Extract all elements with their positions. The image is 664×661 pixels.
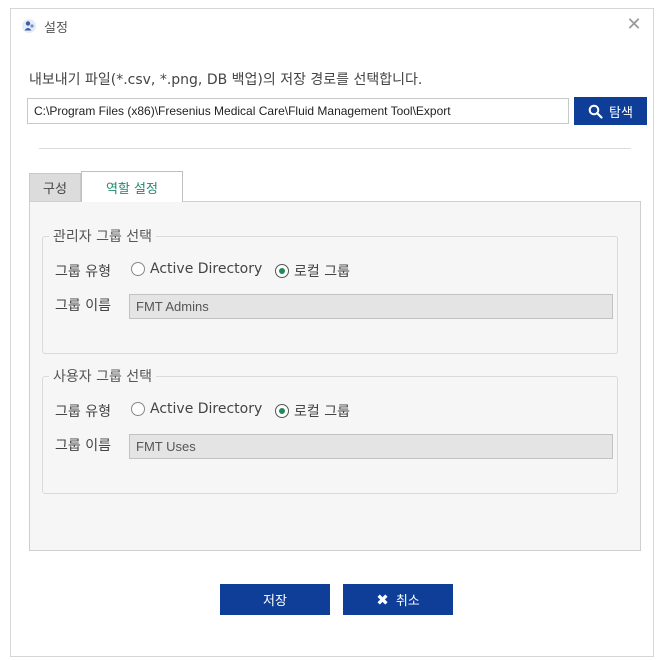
save-button[interactable]: 저장 [220,584,330,615]
user-radio-ad-label: Active Directory [150,401,263,417]
user-group-name-label: 그룹 이름 [55,438,111,454]
admin-group-title: 관리자 그룹 선택 [49,226,157,246]
browse-label: 탐색 [609,105,633,121]
user-group-type-label: 그룹 유형 [55,404,111,420]
user-group-title: 사용자 그룹 선택 [49,366,157,386]
radio-checked-icon [275,264,289,278]
admin-radio-ad-label: Active Directory [150,261,263,277]
admin-group-type-label: 그룹 유형 [55,264,111,280]
tab-role-settings[interactable]: 역할 설정 [81,171,183,202]
divider [39,148,631,149]
role-settings-panel: 관리자 그룹 선택 그룹 유형 Active Directory 로컬 그룹 그… [29,201,641,551]
admin-radio-local-group[interactable]: 로컬 그룹 [275,261,350,281]
user-group-box: 사용자 그룹 선택 그룹 유형 Active Directory 로컬 그룹 그… [42,366,618,494]
admin-group-name-field[interactable] [129,294,613,319]
browse-button[interactable]: 탐색 [574,97,647,125]
user-radio-local-group[interactable]: 로컬 그룹 [275,401,350,421]
admin-group-box: 관리자 그룹 선택 그룹 유형 Active Directory 로컬 그룹 그… [42,226,618,354]
radio-checked-icon [275,404,289,418]
search-icon [588,104,603,119]
user-group-name-field[interactable] [129,434,613,459]
export-path-description: 내보내기 파일(*.csv, *.png, DB 백업)의 저장 경로를 선택합… [29,72,423,88]
radio-unchecked-icon [131,402,145,416]
export-path-input[interactable] [27,98,569,124]
admin-group-name-label: 그룹 이름 [55,298,111,314]
tab-configuration[interactable]: 구성 [29,173,81,201]
user-radio-local-label: 로컬 그룹 [294,404,350,420]
title-bar: 설정 ✕ [11,9,653,43]
settings-dialog: 설정 ✕ 내보내기 파일(*.csv, *.png, DB 백업)의 저장 경로… [10,8,654,657]
window-title: 설정 [44,21,68,36]
x-icon: ✖ [376,590,389,609]
close-icon[interactable]: ✕ [623,14,645,36]
cancel-label: 취소 [395,594,420,609]
admin-radio-active-directory[interactable]: Active Directory [131,261,262,277]
radio-unchecked-icon [131,262,145,276]
app-people-icon [22,19,36,33]
user-radio-active-directory[interactable]: Active Directory [131,401,262,417]
admin-radio-local-label: 로컬 그룹 [294,264,350,280]
save-label: 저장 [263,594,287,609]
cancel-button[interactable]: ✖ 취소 [343,584,453,615]
